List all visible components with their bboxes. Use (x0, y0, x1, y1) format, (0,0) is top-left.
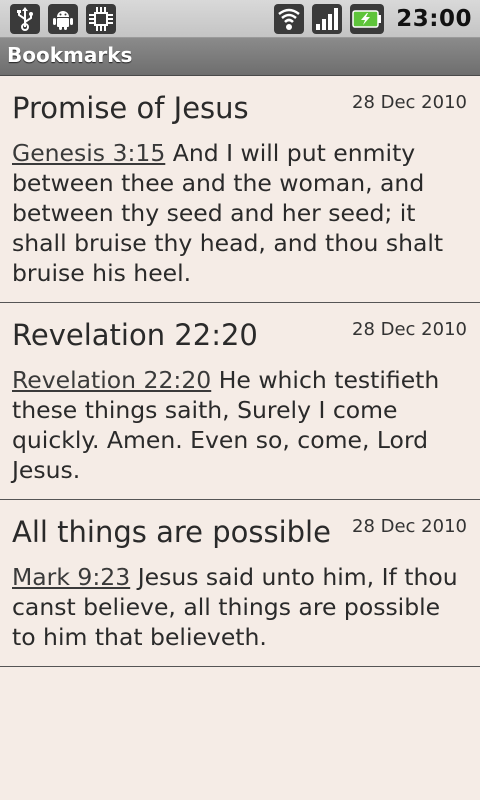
bookmark-date: 28 Dec 2010 (352, 319, 467, 340)
wifi-icon (274, 4, 305, 34)
usb-icon (10, 4, 40, 34)
bookmark-list: Promise of Jesus 28 Dec 2010 Genesis 3:1… (0, 76, 480, 667)
battery-charging-icon (350, 4, 385, 34)
bookmark-item[interactable]: Promise of Jesus 28 Dec 2010 Genesis 3:1… (0, 76, 480, 303)
verse-reference-link[interactable]: Revelation 22:20 (12, 366, 211, 394)
bookmark-item[interactable]: All things are possible 28 Dec 2010 Mark… (0, 500, 480, 667)
bookmark-date: 28 Dec 2010 (352, 92, 467, 113)
bookmark-item[interactable]: Revelation 22:20 28 Dec 2010 Revelation … (0, 303, 480, 500)
bookmark-verse: Revelation 22:20 He which testifieth the… (12, 365, 468, 485)
title-bar: Bookmarks (0, 38, 480, 76)
verse-reference-link[interactable]: Genesis 3:15 (12, 139, 165, 167)
bookmark-verse: Genesis 3:15 And I will put enmity betwe… (12, 138, 468, 288)
chip-icon (86, 4, 116, 34)
status-bar-system: 23:00 (274, 4, 472, 34)
page-title: Bookmarks (7, 43, 133, 67)
signal-icon (312, 4, 343, 34)
android-icon (48, 4, 78, 34)
verse-reference-link[interactable]: Mark 9:23 (12, 563, 130, 591)
bookmark-date: 28 Dec 2010 (352, 516, 467, 537)
status-bar-notifications (10, 4, 116, 34)
bookmark-verse: Mark 9:23 Jesus said unto him, If thou c… (12, 562, 468, 652)
status-bar: 23:00 (0, 0, 480, 38)
clock: 23:00 (396, 6, 472, 32)
